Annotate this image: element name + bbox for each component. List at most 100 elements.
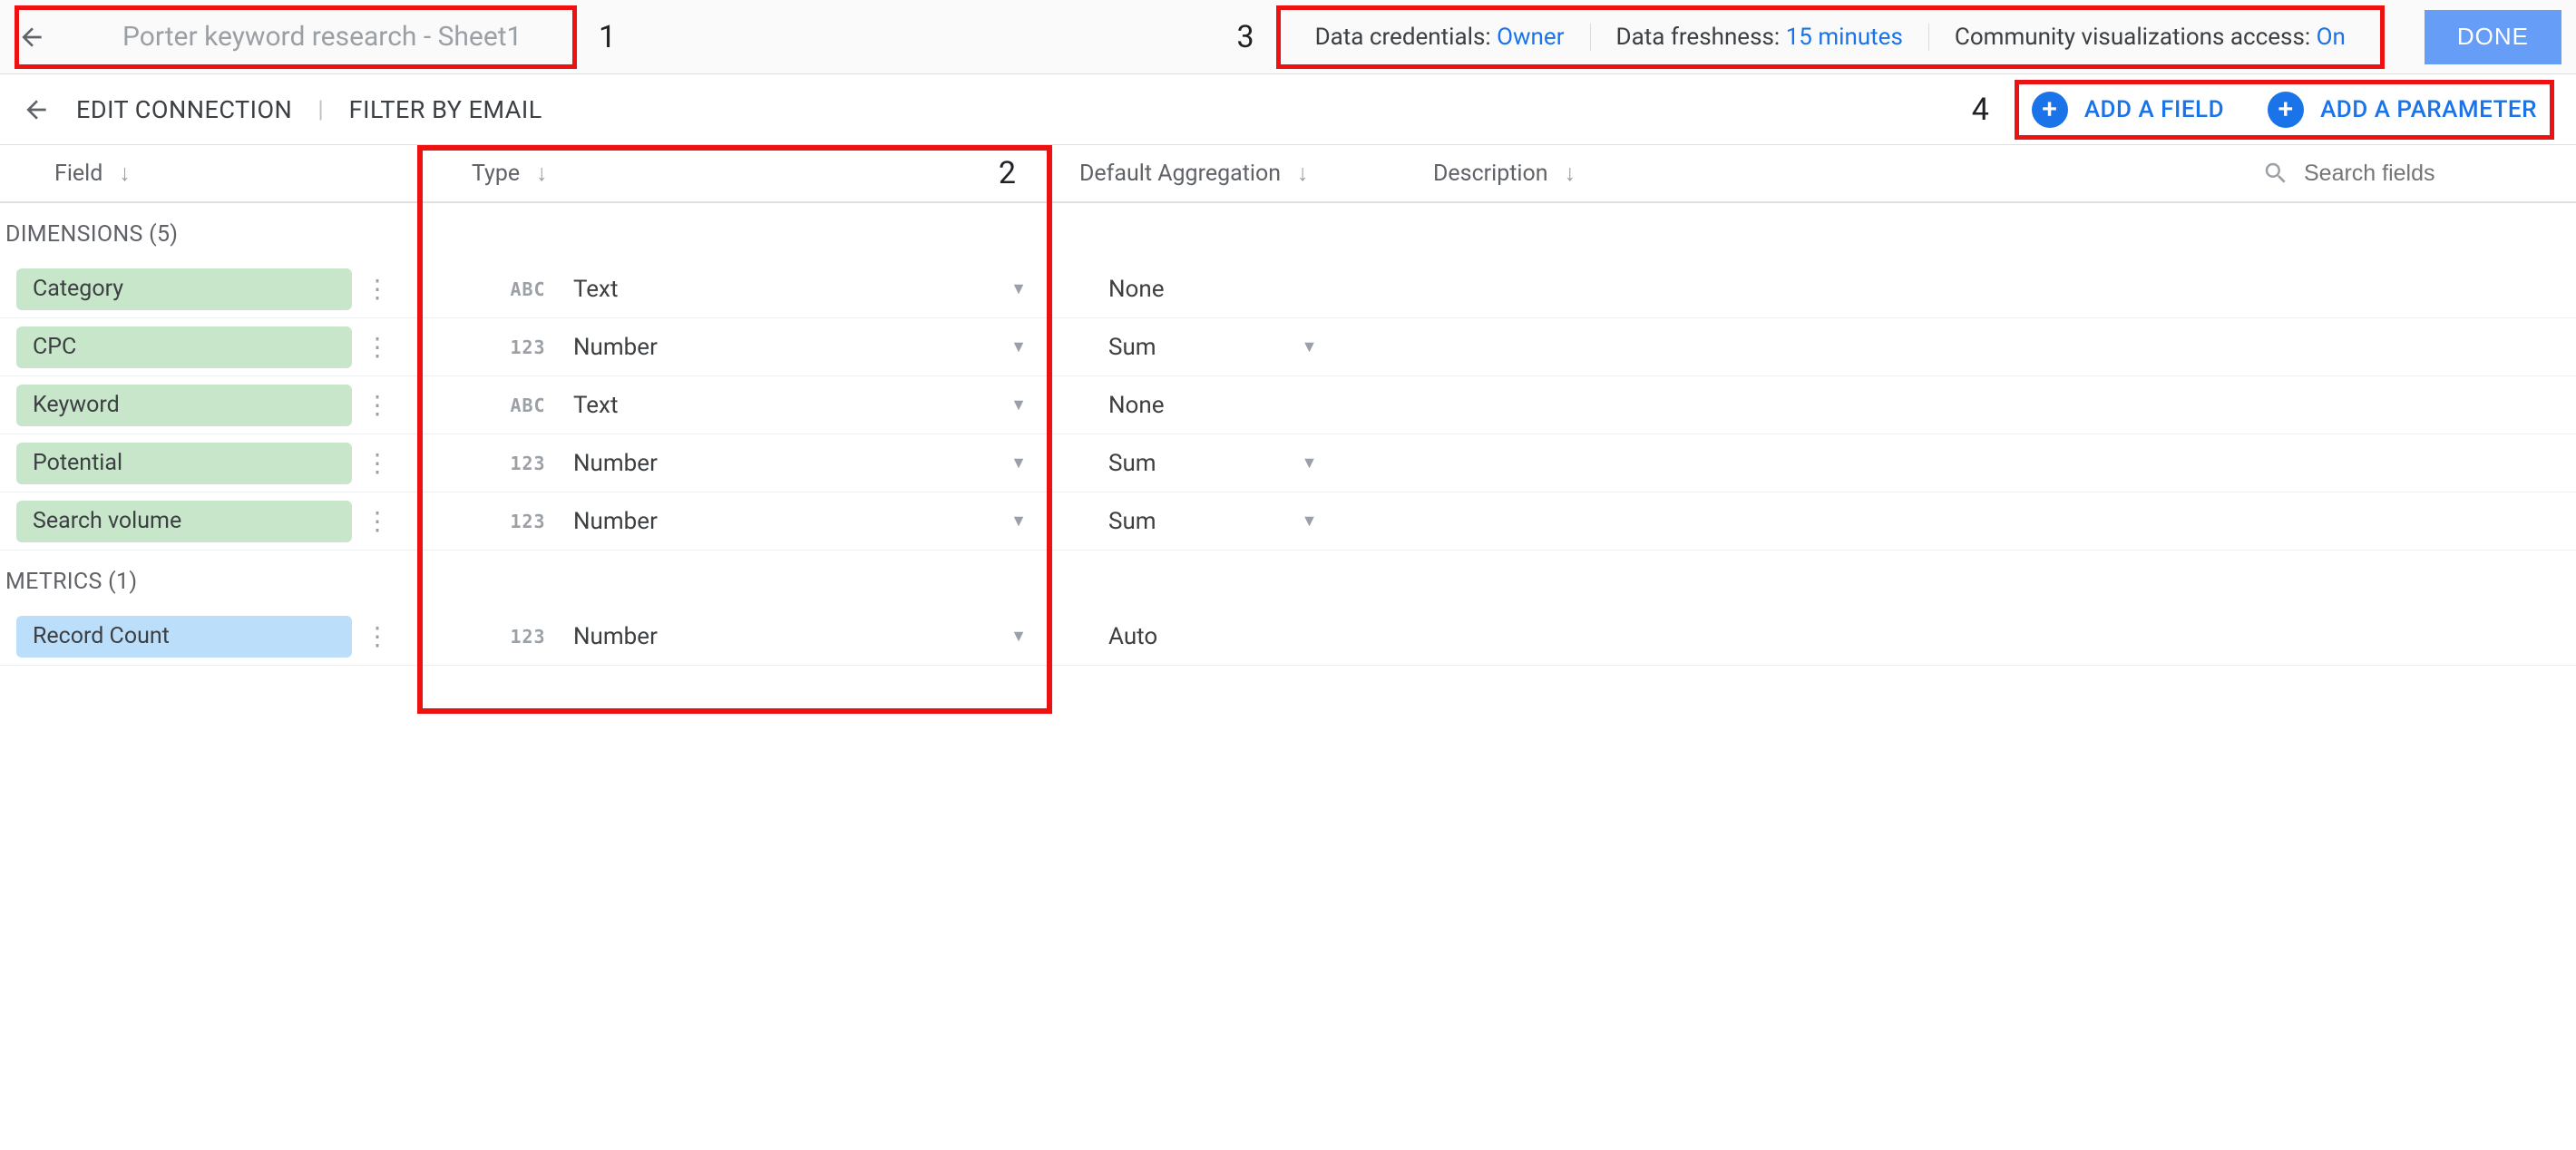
datasource-title-box: Porter keyword research - Sheet1 [15, 5, 577, 69]
metric-chip[interactable]: Record Count [16, 616, 352, 658]
type-label: Number [573, 334, 658, 361]
search-fields [1914, 160, 2576, 187]
dimension-chip[interactable]: Category [16, 268, 352, 310]
search-input[interactable] [2304, 161, 2540, 187]
dropdown-icon: ▼ [1302, 337, 1318, 356]
aggregation-cell: None [1052, 276, 1406, 303]
aggregation-cell: Auto [1052, 623, 1406, 650]
dropdown-icon: ▼ [1302, 453, 1318, 473]
table-row: Record Count ⋮ 123Number▼ Auto [0, 608, 2576, 666]
table-row: Keyword⋮ABCText▼None [0, 376, 2576, 434]
type-cell[interactable]: ABCText▼ [417, 392, 1052, 419]
type-cell[interactable]: ABC Text ▼ [417, 276, 1052, 303]
data-credentials-label: Data credentials: [1315, 24, 1498, 51]
header-type[interactable]: Type ↓ 2 [417, 161, 1052, 187]
header-description[interactable]: Description ↓ [1406, 161, 1914, 187]
dropdown-icon: ▼ [1010, 512, 1027, 531]
annotation-3: 3 [1236, 19, 1254, 55]
type-label: Number [573, 450, 658, 477]
data-freshness-label: Data freshness: [1616, 24, 1786, 51]
edit-connection-link[interactable]: EDIT CONNECTION [76, 95, 292, 124]
header-description-label: Description [1433, 161, 1548, 187]
aggregation-cell[interactable]: Sum ▼ [1052, 334, 1406, 361]
plus-icon: + [2268, 92, 2304, 128]
filter-by-email-link[interactable]: FILTER BY EMAIL [349, 95, 542, 124]
community-viz-access[interactable]: Community visualizations access: On [1928, 24, 2371, 51]
data-freshness[interactable]: Data freshness: 15 minutes [1590, 24, 1928, 51]
datasource-meta-box: Data credentials: Owner Data freshness: … [1276, 5, 2385, 69]
annotation-1: 1 [599, 19, 616, 55]
table-row: Category ⋮ ABC Text ▼ None [0, 260, 2576, 318]
dimension-chip[interactable]: Keyword [16, 385, 352, 426]
aggregation-label: Sum [1108, 508, 1156, 535]
sub-bar: EDIT CONNECTION | FILTER BY EMAIL 4 + AD… [0, 74, 2576, 145]
sort-arrow-icon: ↓ [1565, 161, 1576, 187]
add-parameter-button[interactable]: + ADD A PARAMETER [2268, 92, 2537, 128]
row-menu-icon[interactable]: ⋮ [361, 506, 394, 536]
sort-arrow-icon: ↓ [119, 161, 131, 187]
add-field-label: ADD A FIELD [2084, 96, 2224, 123]
top-bar: Porter keyword research - Sheet1 1 3 Dat… [0, 0, 2576, 74]
type-cell[interactable]: 123Number▼ [417, 450, 1052, 477]
row-menu-icon[interactable]: ⋮ [361, 621, 394, 651]
community-viz-label: Community visualizations access: [1955, 24, 2317, 51]
number-type-icon: 123 [508, 511, 548, 532]
aggregation-cell[interactable]: Sum ▼ [1052, 508, 1406, 535]
community-viz-value: On [2317, 24, 2346, 51]
row-menu-icon[interactable]: ⋮ [361, 448, 394, 478]
add-buttons-box: + ADD A FIELD + ADD A PARAMETER [2015, 80, 2554, 140]
dropdown-icon: ▼ [1010, 395, 1027, 414]
row-menu-icon[interactable]: ⋮ [361, 274, 394, 304]
annotation-4: 4 [1972, 92, 1989, 128]
dimension-chip[interactable]: CPC [16, 326, 352, 368]
header-aggregation-label: Default Aggregation [1079, 161, 1281, 187]
breadcrumb-separator: | [317, 96, 323, 123]
add-field-button[interactable]: + ADD A FIELD [2032, 92, 2224, 128]
type-cell[interactable]: 123Number▼ [417, 623, 1052, 650]
aggregation-label: None [1108, 276, 1165, 303]
header-aggregation[interactable]: Default Aggregation ↓ [1052, 161, 1406, 187]
dropdown-icon: ▼ [1010, 627, 1027, 646]
type-label: Text [573, 392, 618, 419]
datasource-title[interactable]: Porter keyword research - Sheet1 [68, 21, 522, 53]
number-type-icon: 123 [508, 336, 548, 358]
dimension-chip[interactable]: Potential [16, 443, 352, 484]
aggregation-cell[interactable]: Sum ▼ [1052, 450, 1406, 477]
header-field[interactable]: Field ↓ [0, 161, 417, 187]
aggregation-label: Auto [1108, 623, 1157, 650]
data-credentials[interactable]: Data credentials: Owner [1290, 24, 1590, 51]
row-menu-icon[interactable]: ⋮ [361, 332, 394, 362]
header-type-label: Type [472, 161, 520, 187]
type-label: Text [573, 276, 618, 303]
dropdown-icon: ▼ [1302, 512, 1318, 531]
aggregation-label: None [1108, 392, 1165, 419]
text-type-icon: ABC [508, 278, 548, 300]
sort-arrow-icon: ↓ [1297, 161, 1309, 187]
dimensions-group-label: DIMENSIONS (5) [0, 203, 2576, 260]
fields-table: DIMENSIONS (5) Category ⋮ ABC Text ▼ None CPC ⋮… [0, 203, 2576, 666]
back-arrow-icon[interactable] [22, 95, 51, 124]
number-type-icon: 123 [508, 626, 548, 648]
type-label: Number [573, 508, 658, 535]
aggregation-label: Sum [1108, 334, 1156, 361]
column-headers: Field ↓ Type ↓ 2 Default Aggregation ↓ D… [0, 145, 2576, 203]
dropdown-icon: ▼ [1010, 337, 1027, 356]
table-row: Search volume ⋮ 123 Number ▼ Sum ▼ [0, 492, 2576, 551]
row-menu-icon[interactable]: ⋮ [361, 390, 394, 420]
header-field-label: Field [54, 161, 102, 187]
add-parameter-label: ADD A PARAMETER [2320, 96, 2537, 123]
sort-arrow-icon: ↓ [536, 161, 548, 187]
data-freshness-value: 15 minutes [1786, 24, 1903, 51]
search-icon [2262, 160, 2289, 187]
plus-icon: + [2032, 92, 2068, 128]
back-arrow-icon[interactable] [17, 23, 46, 52]
aggregation-label: Sum [1108, 450, 1156, 477]
dimension-chip[interactable]: Search volume [16, 501, 352, 542]
type-cell[interactable]: 123 Number ▼ [417, 334, 1052, 361]
dropdown-icon: ▼ [1010, 279, 1027, 298]
annotation-2: 2 [999, 155, 1016, 191]
metrics-group-label: METRICS (1) [0, 551, 2576, 608]
done-button[interactable]: DONE [2425, 10, 2561, 64]
type-cell[interactable]: 123 Number ▼ [417, 508, 1052, 535]
aggregation-cell: None [1052, 392, 1406, 419]
